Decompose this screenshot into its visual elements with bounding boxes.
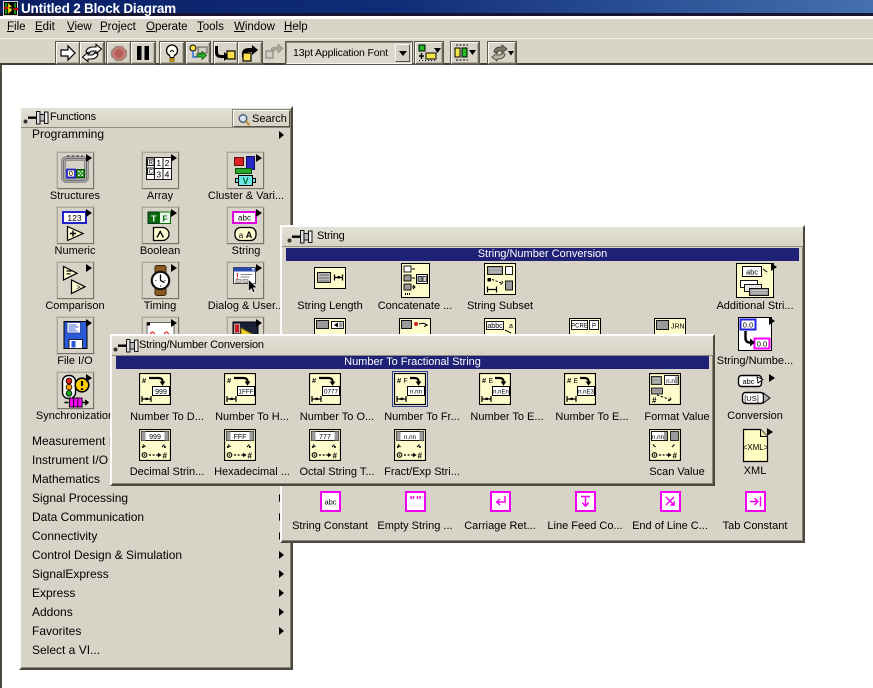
svg-text:<XML>: <XML> — [743, 443, 769, 452]
svg-text:>: > — [76, 283, 81, 292]
svg-text:JRN: JRN — [671, 324, 685, 331]
svg-text:0777: 0777 — [324, 389, 339, 396]
svg-text:n.nE3: n.nE3 — [578, 390, 594, 396]
svg-text:#: # — [652, 396, 657, 405]
svg-text:abc: abc — [324, 498, 336, 507]
svg-text:0.0: 0.0 — [757, 340, 767, 349]
svg-text:0: 0 — [69, 171, 73, 178]
svg-text:999: 999 — [155, 389, 167, 396]
svg-text:#: # — [673, 452, 678, 461]
svg-text:1FFF: 1FFF — [238, 389, 253, 396]
svg-text:777: 777 — [319, 434, 331, 441]
svg-text:0.0: 0.0 — [743, 321, 753, 330]
svg-text:E: E — [574, 378, 579, 385]
svg-text:#: # — [333, 452, 338, 461]
svg-text:999: 999 — [149, 434, 161, 441]
svg-text:n.nEn: n.nEn — [493, 390, 509, 396]
svg-text:PCRE: PCRE — [571, 324, 588, 330]
svg-text:123: 123 — [67, 213, 81, 223]
svg-text:abc: abc — [746, 268, 758, 277]
svg-text:a: a — [509, 323, 513, 330]
svg-text:4: 4 — [164, 170, 169, 180]
svg-text:C: C — [148, 169, 153, 175]
svg-text:F: F — [162, 214, 167, 224]
svg-text:3: 3 — [156, 170, 161, 180]
svg-text:V: V — [242, 176, 248, 186]
svg-text:#: # — [248, 452, 253, 461]
svg-text:1: 1 — [156, 158, 161, 168]
svg-text:FFF: FFF — [234, 434, 247, 441]
svg-text:abc: abc — [742, 377, 754, 386]
svg-text:F: F — [404, 378, 408, 385]
svg-text:2: 2 — [164, 158, 169, 168]
svg-text:n.n: n.n — [666, 378, 675, 385]
svg-text:P: P — [592, 324, 596, 330]
svg-text:a: a — [238, 231, 243, 240]
svg-text:#: # — [163, 452, 168, 461]
svg-text:E: E — [489, 378, 494, 385]
svg-text:n.nn: n.nn — [404, 434, 417, 441]
svg-text:T: T — [151, 214, 157, 224]
svg-text:#: # — [418, 452, 423, 461]
svg-text:A: A — [245, 230, 252, 240]
svg-text:n.nn: n.nn — [652, 434, 665, 441]
svg-text:abbc: abbc — [487, 323, 503, 330]
svg-text:R: R — [148, 160, 153, 166]
svg-text:[US]: [US] — [744, 394, 759, 403]
svg-text:abc: abc — [238, 214, 251, 223]
svg-text:n.nn: n.nn — [410, 389, 423, 396]
